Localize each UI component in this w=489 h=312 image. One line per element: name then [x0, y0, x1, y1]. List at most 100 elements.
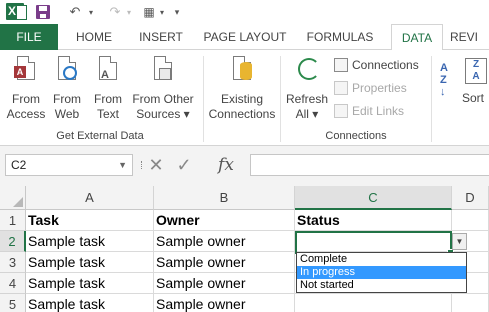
- insert-function-icon[interactable]: fx: [214, 154, 238, 176]
- row-header-3[interactable]: 3: [0, 252, 26, 273]
- from-web-label-1: From: [53, 92, 81, 106]
- tab-file[interactable]: FILE: [0, 24, 58, 50]
- text-icon: A: [96, 56, 120, 86]
- from-other-label-2: Sources ▾: [136, 107, 190, 121]
- access-icon: A: [14, 56, 38, 86]
- column-header-d[interactable]: D: [452, 186, 489, 210]
- group-divider: [280, 56, 281, 142]
- from-text-button[interactable]: A From Text: [89, 56, 127, 122]
- existing-connections-button[interactable]: Existing Connections: [207, 56, 277, 122]
- tab-formulas[interactable]: FORMULAS: [300, 24, 380, 50]
- group-label-get-external-data: Get External Data: [56, 130, 144, 142]
- redo-dropdown-icon[interactable]: ▾: [124, 3, 134, 21]
- edit-links-label: Edit Links: [352, 104, 405, 118]
- refresh-icon: [295, 56, 320, 86]
- column-header-b[interactable]: B: [154, 186, 295, 210]
- name-box-dropdown-icon[interactable]: ▼: [118, 155, 127, 175]
- row-header-1[interactable]: 1: [0, 210, 26, 231]
- existing-connections-label-1: Existing: [220, 92, 264, 106]
- column-header-c[interactable]: C: [295, 186, 452, 210]
- dropdown-option-in-progress[interactable]: In progress: [297, 266, 466, 279]
- connections-button[interactable]: Connections: [334, 56, 419, 74]
- from-text-label-2: Text: [96, 107, 119, 121]
- ribbon-data: A From Access From Web A From Text From …: [0, 50, 489, 146]
- tab-insert[interactable]: INSERT: [130, 24, 192, 50]
- from-other-sources-button[interactable]: From Other Sources ▾: [129, 56, 197, 122]
- from-web-label-2: Web: [54, 107, 80, 121]
- enter-icon[interactable]: ✓: [174, 154, 194, 176]
- row-header-2[interactable]: 2: [0, 231, 26, 252]
- redo-icon[interactable]: ↷: [106, 3, 124, 21]
- properties-label: Properties: [352, 81, 407, 95]
- tab-home[interactable]: HOME: [64, 24, 124, 50]
- cell-a5[interactable]: Sample task: [26, 294, 154, 312]
- cell-b3[interactable]: Sample owner: [154, 252, 295, 273]
- quick-access-toolbar: X ↶ ▾ ↷ ▾ ▦ ▾ ▾: [0, 0, 489, 24]
- cell-a4[interactable]: Sample task: [26, 273, 154, 294]
- cell-a3[interactable]: Sample task: [26, 252, 154, 273]
- column-header-a[interactable]: A: [26, 186, 154, 210]
- row-header-4[interactable]: 4: [0, 273, 26, 294]
- sort-icon[interactable]: ZA: [465, 58, 487, 84]
- cell-d5[interactable]: [452, 294, 489, 312]
- cell-b5[interactable]: Sample owner: [154, 294, 295, 312]
- active-cell-border: [295, 231, 454, 256]
- web-icon: [55, 56, 79, 86]
- tab-page-layout[interactable]: PAGE LAYOUT: [196, 24, 294, 50]
- sort-button[interactable]: Sort: [462, 91, 489, 106]
- group-divider: [203, 56, 204, 142]
- from-text-label-1: From: [94, 92, 122, 106]
- validation-dropdown-arrow-icon[interactable]: ▼: [452, 233, 467, 250]
- from-web-button[interactable]: From Web: [48, 56, 86, 122]
- cell-b4[interactable]: Sample owner: [154, 273, 295, 294]
- edit-links-icon: [334, 104, 348, 118]
- group-label-connections: Connections: [325, 130, 387, 142]
- cell-a2[interactable]: Sample task: [26, 231, 154, 252]
- formula-bar-grip[interactable]: [141, 161, 144, 169]
- from-access-button[interactable]: A From Access: [4, 56, 48, 122]
- select-all-button[interactable]: [0, 186, 26, 210]
- cell-a1[interactable]: Task: [26, 210, 154, 231]
- customize-toolbar-icon[interactable]: ▾: [171, 3, 183, 21]
- name-box[interactable]: C2 ▼: [5, 154, 133, 176]
- refresh-all-button[interactable]: Refresh All ▾: [284, 56, 330, 122]
- undo-dropdown-icon[interactable]: ▾: [86, 3, 96, 21]
- cancel-icon[interactable]: ✕: [146, 154, 166, 176]
- existing-connections-icon: [230, 56, 254, 86]
- from-access-label-2: Access: [6, 107, 46, 121]
- tab-review[interactable]: REVI: [450, 24, 489, 50]
- cell-b1[interactable]: Owner: [154, 210, 295, 231]
- form-dropdown-icon[interactable]: ▾: [157, 3, 167, 21]
- validation-dropdown-list: Complete In progress Not started: [296, 252, 467, 293]
- group-divider: [431, 56, 432, 142]
- connections-label: Connections: [352, 58, 419, 72]
- row-header-5[interactable]: 5: [0, 294, 26, 312]
- connections-icon: [334, 58, 348, 72]
- edit-links-button[interactable]: Edit Links: [334, 102, 404, 120]
- name-box-value: C2: [11, 158, 27, 172]
- form-icon[interactable]: ▦: [141, 3, 157, 21]
- dropdown-option-complete[interactable]: Complete: [297, 253, 466, 266]
- dropdown-option-not-started[interactable]: Not started: [297, 279, 466, 292]
- undo-icon[interactable]: ↶: [66, 3, 84, 21]
- sort-az-icon[interactable]: A Z ↓: [440, 62, 448, 98]
- save-icon[interactable]: [36, 5, 50, 19]
- from-other-label-1: From Other: [132, 92, 194, 106]
- cell-c1[interactable]: Status: [295, 210, 452, 231]
- tab-data[interactable]: DATA: [391, 24, 443, 51]
- refresh-label-2: All ▾: [295, 107, 319, 121]
- existing-connections-label-2: Connections: [208, 107, 276, 121]
- cell-b2[interactable]: Sample owner: [154, 231, 295, 252]
- cell-c5[interactable]: [295, 294, 452, 312]
- formula-bar: C2 ▼ ✕ ✓ fx: [0, 146, 489, 186]
- properties-button[interactable]: Properties: [334, 79, 407, 97]
- from-access-label-1: From: [12, 92, 40, 106]
- ribbon-tabs: FILE HOME INSERT PAGE LAYOUT FORMULAS DA…: [0, 24, 489, 51]
- properties-icon: [334, 81, 348, 95]
- cell-d1[interactable]: [452, 210, 489, 231]
- spreadsheet-grid: A B C D 1 Task Owner Status 2 Sample tas…: [0, 186, 489, 312]
- formula-input[interactable]: [250, 154, 489, 176]
- other-sources-icon: [151, 56, 175, 86]
- excel-logo-icon: X: [6, 3, 27, 20]
- refresh-label-1: Refresh: [285, 92, 329, 106]
